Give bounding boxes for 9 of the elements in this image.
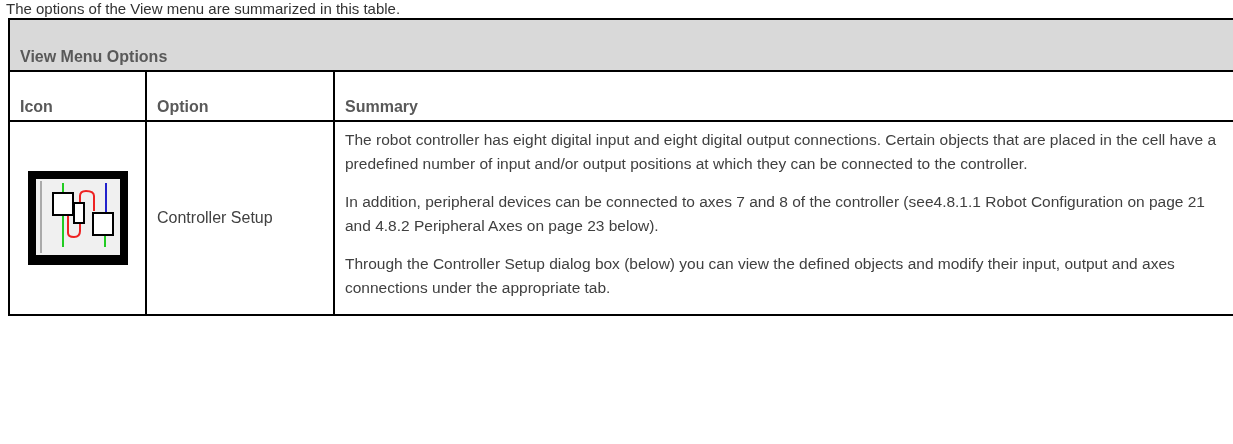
summary-paragraph: In addition, peripheral devices can be connected to axes 7 and 8 of the controller (see4.8.1.1 Robot Configuration on page 21 and 4.8.2 Peripheral Axes on page 23 below).: [345, 192, 1206, 236]
column-header: Option: [146, 71, 334, 121]
table-title: View Menu Options: [9, 19, 1233, 71]
option-cell: Controller Setup: [146, 121, 334, 315]
summary-paragraph: Through the Controller Setup dialog box (below) you can view the defined objects and modify their input, output and axes connections under the appropriate tab.: [345, 254, 1176, 298]
summary-paragraph: The robot controller has eight digital input and eight digital output connections. Certain objects that are placed in the cell have a predefined number of input and/or output positions at which they can be connected to the controller.: [345, 130, 1218, 174]
controller-setup-icon: [27, 171, 128, 265]
intro-text: The options of the View menu are summarized in this table.: [6, 0, 402, 18]
column-header: Icon: [9, 71, 146, 121]
